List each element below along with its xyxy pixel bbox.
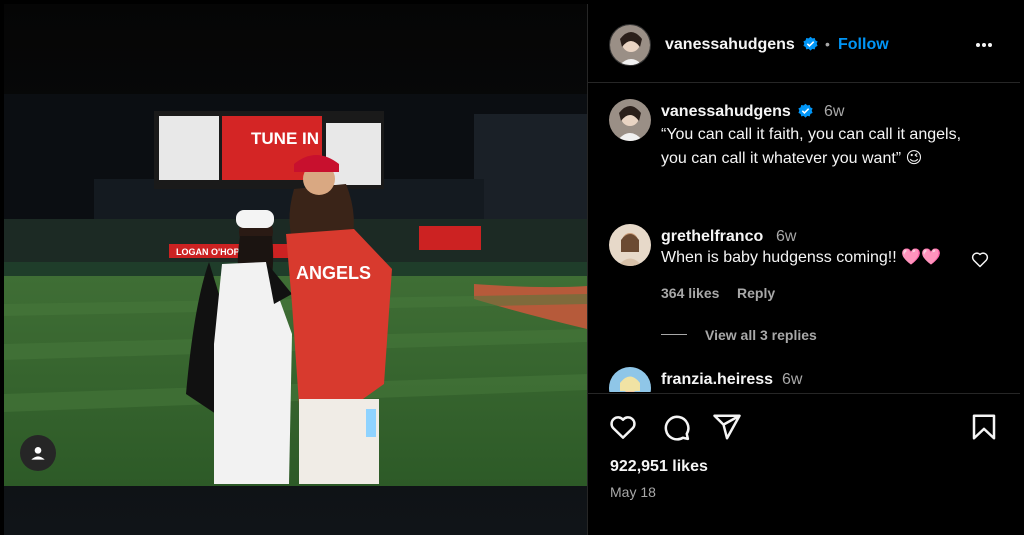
heart-icon[interactable] bbox=[608, 412, 638, 442]
user-tag-icon bbox=[31, 447, 45, 460]
more-options-icon[interactable] bbox=[974, 36, 994, 54]
caption-username[interactable]: vanessahudgens bbox=[661, 103, 791, 121]
post-photo: TUNE IN LOGAN O'HOPPE ANGELS bbox=[4, 4, 587, 535]
share-icon[interactable] bbox=[712, 412, 742, 442]
post-actions: 922,951 likes May 18 bbox=[588, 393, 1020, 535]
reply-button[interactable]: Reply bbox=[737, 285, 775, 301]
commenter-username[interactable]: franzia.heiress bbox=[661, 371, 773, 389]
scoreboard-text: TUNE IN bbox=[251, 129, 319, 148]
comment-time: 6w bbox=[776, 228, 797, 245]
comment-time: 6w bbox=[782, 371, 803, 388]
verified-badge-icon bbox=[798, 103, 813, 118]
caption-avatar[interactable] bbox=[609, 99, 651, 141]
commenter-username[interactable]: grethelfranco bbox=[661, 228, 763, 246]
post-media[interactable]: TUNE IN LOGAN O'HOPPE ANGELS bbox=[4, 4, 587, 535]
commenter-avatar[interactable] bbox=[609, 224, 651, 266]
bookmark-icon[interactable] bbox=[969, 412, 999, 442]
author-username[interactable]: vanessahudgens bbox=[665, 36, 795, 54]
comment-icon[interactable] bbox=[661, 412, 691, 442]
post-sidebar: vanessahudgens • Follow vanessahudgens 6… bbox=[588, 4, 1020, 535]
separator-dot: • bbox=[825, 36, 830, 52]
author-avatar[interactable] bbox=[609, 24, 651, 66]
view-replies-link[interactable]: View all 3 replies bbox=[705, 327, 817, 343]
user-tag-button[interactable] bbox=[20, 435, 56, 471]
verified-badge-icon bbox=[803, 36, 818, 51]
caption-time: 6w bbox=[824, 103, 845, 120]
like-count[interactable]: 922,951 likes bbox=[610, 458, 708, 476]
comment-likes[interactable]: 364 likes bbox=[661, 285, 719, 301]
post-header: vanessahudgens • Follow bbox=[588, 4, 1020, 83]
jersey-text: ANGELS bbox=[296, 263, 371, 283]
follow-button[interactable]: Follow bbox=[838, 36, 889, 54]
comments-list[interactable]: vanessahudgens 6w “You can call it faith… bbox=[588, 84, 1020, 392]
replies-line bbox=[661, 334, 687, 335]
post-date[interactable]: May 18 bbox=[610, 484, 656, 500]
comment-like-icon[interactable] bbox=[970, 249, 990, 269]
comment-text: When is baby hudgenss coming!! 🩷🩷 bbox=[661, 249, 941, 266]
caption-text: “You can call it faith, you can call it … bbox=[661, 126, 962, 167]
commenter-avatar[interactable] bbox=[609, 367, 651, 392]
